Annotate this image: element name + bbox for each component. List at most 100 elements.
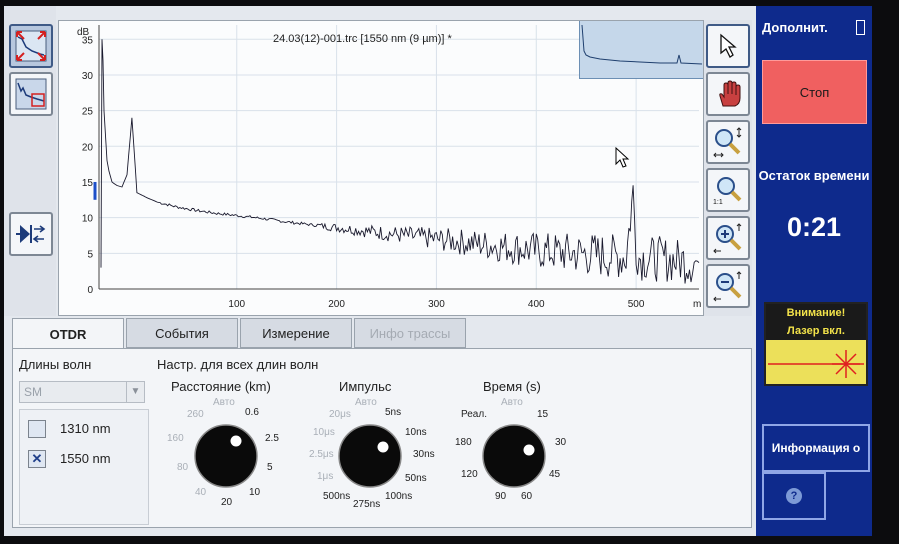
- time-tick-90: 90: [495, 491, 507, 502]
- hand-tool-button[interactable]: [706, 72, 750, 116]
- distance-tick-80: 80: [177, 462, 189, 473]
- side-panel: Дополнит. Стоп Остаток времени 0:21 Вним…: [756, 6, 872, 536]
- x-tick-label: 200: [328, 299, 345, 310]
- distance-tick-10: 10: [249, 487, 261, 498]
- x-unit-label: m: [693, 299, 701, 310]
- zoom-selection-button[interactable]: [706, 120, 750, 164]
- distance-tick-0-6: 0.6: [245, 407, 259, 418]
- checkbox-1310[interactable]: [28, 420, 46, 438]
- trace-overview-window[interactable]: [579, 21, 703, 79]
- pulse-tick-10us: 10μs: [313, 427, 335, 438]
- wavelengths-label: Длины волн: [19, 357, 92, 372]
- distance-knob-icon: [194, 424, 258, 488]
- help-icon: ?: [786, 488, 802, 504]
- zoom-1-1-icon: 1:1: [713, 177, 742, 206]
- tab-trace-info: Инфо трассы: [354, 318, 466, 348]
- pulse-tick-500ns: 500ns: [323, 491, 351, 502]
- y-tick-label: 0: [87, 285, 93, 296]
- laser-icon: [768, 350, 864, 378]
- overview-trace: [581, 24, 703, 65]
- pulse-tick-1us: 1μs: [317, 471, 334, 482]
- fiber-type-value: SM: [24, 385, 42, 399]
- time-tick-45: 45: [549, 469, 561, 480]
- y-unit-label: dB: [77, 27, 90, 38]
- stop-button[interactable]: Стоп: [762, 60, 867, 124]
- remaining-time-value: 0:21: [786, 212, 842, 242]
- time-tick-auto: Авто: [501, 397, 523, 408]
- time-tick-30: 30: [555, 437, 567, 448]
- x-tick-label: 500: [628, 299, 645, 310]
- fiber-type-select[interactable]: SM ▼: [19, 381, 145, 403]
- checkbox-1550[interactable]: ✕: [28, 450, 46, 468]
- distance-tick-260: 260: [187, 409, 204, 420]
- zoom-in-button[interactable]: [706, 216, 750, 260]
- zoom-1-1-button[interactable]: 1:1: [706, 168, 750, 212]
- zoom-selection-icon: [713, 127, 742, 158]
- y-tick-label: 20: [82, 142, 94, 153]
- pulse-tick-2-5us: 2.5μs: [309, 449, 334, 460]
- y-tick-label: 5: [87, 249, 93, 260]
- distance-dial[interactable]: [191, 421, 261, 491]
- time-knob-icon: [482, 424, 546, 488]
- battery-icon: [856, 20, 865, 35]
- laser-warning: Внимание! Лазер вкл.: [764, 302, 868, 386]
- laser-warning-title: Внимание!: [766, 304, 866, 322]
- wavelength-1310-label: 1310 nm: [60, 421, 111, 436]
- distance-label: Расстояние (km): [171, 379, 271, 394]
- mouse-pointer-icon: [615, 147, 630, 168]
- connect-fiber-button[interactable]: [9, 212, 53, 256]
- trace-file-title: 24.03(12)-001.trc [1550 nm (9 µm)] *: [273, 33, 452, 45]
- full-zoom-icon: [15, 30, 47, 62]
- time-tick-60: 60: [521, 491, 533, 502]
- y-tick-label: 30: [82, 71, 94, 82]
- y-tick-label: 25: [82, 107, 94, 118]
- distance-tick-160: 160: [167, 433, 184, 444]
- x-tick-label: 300: [428, 299, 445, 310]
- distance-tick-40: 40: [195, 487, 207, 498]
- distance-tick-5: 5: [267, 462, 273, 473]
- otdr-screen: 0 5 10 15 20 25 30 35 100 200 300 400 500 dB m 24.03(1…: [4, 6, 872, 536]
- tab-events[interactable]: События: [126, 318, 238, 348]
- right-toolbar: 1:1: [704, 20, 752, 316]
- full-zoom-button[interactable]: [9, 24, 53, 68]
- pointer-tool-button[interactable]: [706, 24, 750, 68]
- remaining-time-label: Остаток времени: [758, 168, 870, 183]
- information-button[interactable]: Информация о: [762, 424, 870, 472]
- trace-overview-button[interactable]: [9, 72, 53, 116]
- zoom-out-button[interactable]: [706, 264, 750, 308]
- distance-tick-auto: Авто: [213, 397, 235, 408]
- pulse-tick-100ns: 100ns: [385, 491, 413, 502]
- zoom-out-icon: [713, 271, 742, 302]
- time-tick-real: Реал.: [461, 409, 487, 420]
- left-toolbar: [4, 6, 56, 316]
- pulse-tick-275ns: 275ns: [353, 499, 381, 510]
- x-tick-label: 100: [228, 299, 245, 310]
- tab-measurement[interactable]: Измерение: [240, 318, 352, 348]
- y-tick-label: 15: [82, 178, 94, 189]
- common-settings-label: Настр. для всех длин волн: [157, 357, 319, 372]
- connect-fiber-icon: [16, 225, 46, 243]
- pulse-tick-auto: Авто: [355, 397, 377, 408]
- time-dial[interactable]: [479, 421, 549, 491]
- trace-plot[interactable]: 0 5 10 15 20 25 30 35 100 200 300 400 500 dB m 24.03(1…: [58, 20, 704, 316]
- pulse-tick-20us: 20μs: [329, 409, 351, 420]
- zoom-in-icon: [713, 223, 742, 254]
- pulse-dial[interactable]: [335, 421, 405, 491]
- pulse-label: Импульс: [339, 379, 392, 394]
- x-tick-label: 400: [528, 299, 545, 310]
- pulse-knob-icon: [338, 424, 402, 488]
- y-tick-label: 10: [82, 214, 94, 225]
- pulse-tick-5ns: 5ns: [385, 407, 402, 418]
- tab-otdr[interactable]: OTDR: [12, 318, 124, 350]
- svg-text:1:1: 1:1: [713, 199, 723, 206]
- time-tick-15: 15: [537, 409, 549, 420]
- distance-tick-20: 20: [221, 497, 233, 508]
- wavelength-1550-label: 1550 nm: [60, 451, 111, 466]
- help-button[interactable]: ?: [762, 472, 826, 520]
- pulse-tick-10ns: 10ns: [405, 427, 427, 438]
- trace-overview-icon: [15, 78, 47, 110]
- pointer-icon: [720, 33, 737, 58]
- time-tick-180: 180: [455, 437, 472, 448]
- pulse-tick-50ns: 50ns: [405, 473, 427, 484]
- time-tick-120: 120: [461, 469, 478, 480]
